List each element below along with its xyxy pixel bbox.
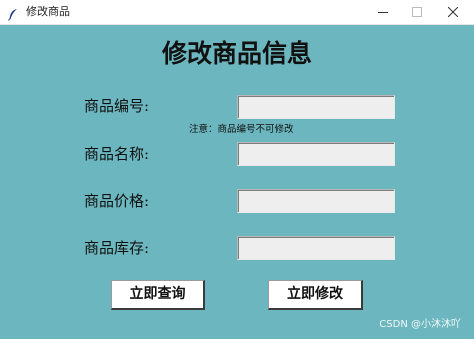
- watermark: CSDN @小沐沐吖: [379, 319, 461, 330]
- product-name-input[interactable]: [237, 142, 395, 166]
- product-name-label: 商品名称:: [84, 145, 150, 163]
- product-price-label: 商品价格:: [84, 192, 150, 210]
- form-heading: 修改商品信息: [161, 39, 312, 68]
- maximize-icon: [412, 7, 422, 17]
- close-icon: [448, 7, 458, 17]
- feather-icon: [7, 6, 19, 21]
- product-id-input[interactable]: [237, 95, 395, 119]
- close-button[interactable]: [436, 0, 470, 24]
- maximize-button[interactable]: [400, 0, 434, 24]
- title-bar: 修改商品: [0, 0, 474, 25]
- minimize-button[interactable]: [366, 0, 400, 24]
- product-stock-input[interactable]: [237, 236, 395, 260]
- query-button[interactable]: 立即查询: [111, 280, 205, 310]
- product-price-input[interactable]: [237, 189, 395, 213]
- product-id-note: 注意：商品编号不可修改: [189, 124, 294, 135]
- minimize-icon: [378, 12, 388, 13]
- product-id-label: 商品编号:: [84, 97, 150, 115]
- window-title: 修改商品: [26, 5, 70, 18]
- product-stock-label: 商品库存:: [84, 239, 150, 257]
- modify-button[interactable]: 立即修改: [268, 280, 363, 310]
- app-window: 修改商品 修改商品信息 商品编号: 注意：商品编号不可修改 商品名称: 商品价格…: [0, 0, 474, 339]
